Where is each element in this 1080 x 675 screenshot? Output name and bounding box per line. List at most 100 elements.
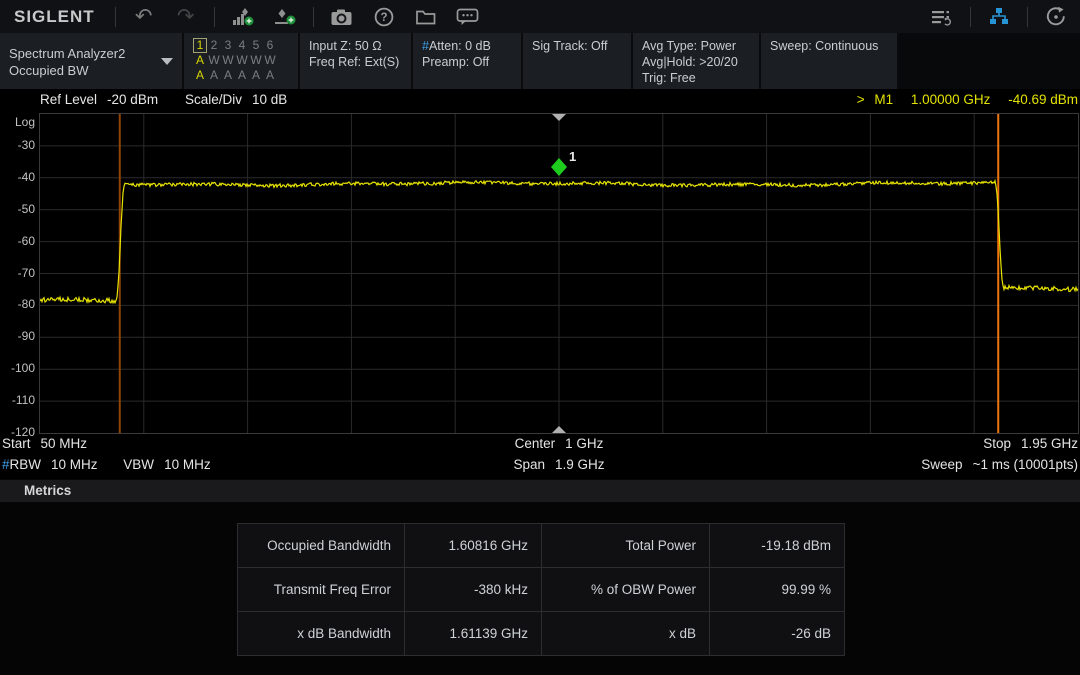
display-list-button[interactable] (928, 5, 956, 29)
marker-to-peak-button[interactable] (271, 5, 299, 29)
trace-detector[interactable]: A (207, 68, 221, 83)
trace-number[interactable]: 3 (221, 38, 235, 53)
trace-number[interactable]: 1 (193, 38, 207, 53)
trace-number[interactable]: 2 (207, 38, 221, 53)
camera-icon (330, 7, 354, 27)
siglent-logo: SIGLENT (8, 7, 101, 27)
y-axis-label: -110 (12, 393, 35, 407)
trace-detector[interactable]: A (263, 68, 277, 83)
atten-settings-panel[interactable]: #Atten: 0 dB Preamp: Off (413, 33, 521, 89)
trace-detector[interactable]: A (235, 68, 249, 83)
metrics-row: Transmit Freq Error-380 kHz% of OBW Powe… (238, 568, 845, 612)
marker-frequency: 1.00000 GHz (911, 92, 991, 107)
history-icon (1045, 6, 1067, 28)
toolbar-separator (214, 7, 215, 27)
metric-value-cell: 1.61139 GHz (405, 612, 542, 656)
metrics-section-header: Metrics (0, 479, 1080, 502)
stop-freq-control[interactable]: Stop1.95 GHz (983, 436, 1078, 451)
trace-status-grid: 123456AWWWWWAAAAAA (193, 38, 277, 83)
metric-value-cell: -380 kHz (405, 568, 542, 612)
metrics-row: Occupied Bandwidth1.60816 GHzTotal Power… (238, 524, 845, 568)
trace-type[interactable]: A (193, 53, 207, 68)
scale-div-control[interactable]: Scale/Div 10 dB (185, 92, 287, 107)
metric-value-cell: -26 dB (710, 612, 845, 656)
message-bubble-icon (456, 7, 480, 27)
vbw-value: 10 MHz (164, 457, 211, 472)
help-button[interactable]: ? (370, 5, 398, 29)
y-axis-label: -90 (18, 329, 35, 343)
svg-text:1: 1 (569, 149, 576, 164)
trigger: Trig: Free (642, 70, 750, 86)
chevron-down-icon (161, 58, 173, 65)
ref-level-control[interactable]: Ref Level-20 dBm (40, 92, 158, 107)
trace-detector[interactable]: A (249, 68, 263, 83)
rbw-value: 10 MHz (51, 457, 98, 472)
trace-number[interactable]: 5 (249, 38, 263, 53)
network-button[interactable] (985, 5, 1013, 29)
y-axis-label: -80 (18, 297, 35, 311)
scale-div-label: Scale/Div (185, 92, 242, 107)
average-settings-panel[interactable]: Avg Type: Power Avg|Hold: >20/20 Trig: F… (633, 33, 759, 89)
sig-track: Sig Track: Off (532, 38, 622, 54)
marker-readout[interactable]: > M1 1.00000 GHz -40.69 dBm (857, 92, 1078, 107)
sig-track-panel[interactable]: Sig Track: Off (523, 33, 631, 89)
scale-div-value: 10 dB (252, 92, 287, 107)
settings-bar: Spectrum Analyzer2 Occupied BW 123456AWW… (0, 33, 1080, 89)
y-axis-label: -100 (11, 361, 35, 375)
history-button[interactable] (1042, 5, 1070, 29)
y-axis-label: Log (15, 115, 35, 129)
center-freq-control[interactable]: Center1 GHz (515, 436, 604, 451)
trace-type[interactable]: W (221, 53, 235, 68)
start-freq-control[interactable]: Start50 MHz (2, 436, 87, 451)
spectrum-plot-area[interactable]: 1 (39, 113, 1079, 434)
analyzer-mode-selector[interactable]: Spectrum Analyzer2 Occupied BW (0, 33, 182, 89)
sweep-settings-panel[interactable]: Sweep: Continuous (761, 33, 897, 89)
trace-type[interactable]: W (235, 53, 249, 68)
peak-search-add-button[interactable] (229, 5, 257, 29)
span-value: 1.9 GHz (555, 457, 605, 472)
metric-value-cell: -19.18 dBm (710, 524, 845, 568)
metric-value-cell: 99.99 % (710, 568, 845, 612)
input-settings-panel[interactable]: Input Z: 50 Ω Freq Ref: Ext(S) (300, 33, 411, 89)
metrics-title: Metrics (24, 483, 71, 498)
ref-level-value: -20 dBm (107, 92, 158, 107)
trace-number[interactable]: 4 (235, 38, 249, 53)
rbw-vbw-control[interactable]: #RBW10 MHz VBW10 MHz (2, 457, 211, 472)
toolbar-separator (115, 7, 116, 27)
screenshot-button[interactable] (328, 5, 356, 29)
attenuation: #Atten: 0 dB (422, 38, 512, 54)
center-freq-value: 1 GHz (565, 436, 603, 451)
metric-label-cell: Occupied Bandwidth (238, 524, 405, 568)
sweep-mode: Sweep: Continuous (770, 38, 888, 54)
trace-type[interactable]: W (249, 53, 263, 68)
y-axis-label: -40 (18, 170, 35, 184)
trace-status-panel[interactable]: 123456AWWWWWAAAAAA (184, 33, 298, 89)
toolbar-separator (1027, 7, 1028, 27)
metrics-row: x dB Bandwidth1.61139 GHzx dB-26 dB (238, 612, 845, 656)
marker-name: M1 (874, 92, 893, 107)
trace-type[interactable]: W (207, 53, 221, 68)
redo-button[interactable]: ↷ (172, 5, 200, 29)
trace-detector[interactable]: A (193, 68, 207, 83)
peak-search-add-icon (232, 7, 254, 27)
marker-to-peak-icon (274, 7, 296, 27)
span-control[interactable]: Span1.9 GHz (513, 457, 604, 472)
trace-number[interactable]: 6 (263, 38, 277, 53)
network-icon (989, 7, 1009, 27)
freq-ref: Freq Ref: Ext(S) (309, 54, 402, 70)
undo-button[interactable]: ↶ (130, 5, 158, 29)
measurement-mode: Occupied BW (9, 62, 125, 79)
input-impedance: Input Z: 50 Ω (309, 38, 402, 54)
metrics-table: Occupied Bandwidth1.60816 GHzTotal Power… (237, 523, 845, 656)
file-button[interactable] (412, 5, 440, 29)
y-axis-label: -30 (18, 138, 35, 152)
folder-icon (415, 7, 437, 27)
trace-detector[interactable]: A (221, 68, 235, 83)
top-toolbar: SIGLENT ↶ ↷ (0, 0, 1080, 33)
avg-hold: Avg|Hold: >20/20 (642, 54, 750, 70)
sweep-time-control[interactable]: Sweep~1 ms (10001pts) (921, 457, 1078, 472)
sweep-time-value: ~1 ms (10001pts) (973, 457, 1078, 472)
analyzer-name: Spectrum Analyzer2 (9, 45, 125, 62)
trace-type[interactable]: W (263, 53, 277, 68)
message-button[interactable] (454, 5, 482, 29)
